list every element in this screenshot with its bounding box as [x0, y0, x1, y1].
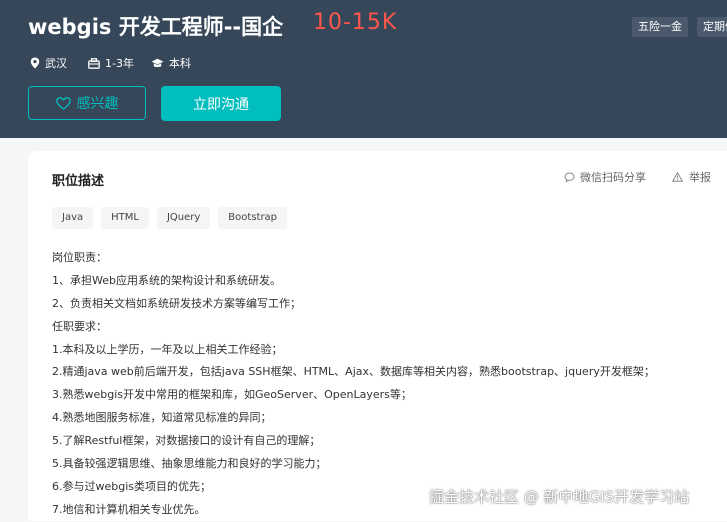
description-line: 任职要求： [52, 319, 107, 333]
description-line: 2、负责相关文档如系统研发技术方案等编写工作； [52, 296, 301, 310]
description-line: 4.熟悉地图服务标准，知道常见标准的异同； [52, 411, 272, 425]
report-label: 举报 [689, 171, 711, 184]
chat-bubble-icon [564, 171, 575, 183]
benefit-tag: 五险一金 [632, 17, 688, 37]
job-header: webgis 开发工程师--国企 10-15K 五险一金 定期体检 武汉 1-3… [0, 0, 727, 138]
skill-tags: Java HTML JQuery Bootstrap [52, 207, 295, 229]
job-description-card: 职位描述 微信扫码分享 举报 Java HTML JQuery Bootstra… [28, 151, 727, 521]
graduation-cap-icon [151, 58, 164, 67]
interest-button[interactable]: 感兴趣 [28, 86, 146, 120]
description-line: 岗位职责： [52, 251, 107, 264]
share-label: 微信扫码分享 [580, 171, 646, 184]
job-description: 岗位职责： 1、承担Web应用系统的架构设计和系统研发。 2、负责相关文档如系统… [52, 247, 712, 522]
watermark: 掘金技术社区 @ 新中地GIS开发学习站 [429, 488, 690, 506]
description-line: 2.精通java web前后端开发，包括java SSH框架、HTML、Ajax… [52, 365, 655, 379]
description-line: 3.熟悉webgis开发中常用的框架和库，如GeoServer、OpenLaye… [52, 388, 412, 402]
briefcase-icon [88, 57, 100, 69]
salary: 10-15K [313, 10, 398, 35]
job-title: webgis 开发工程师--国企 [28, 15, 284, 39]
report-button[interactable]: 举报 [672, 170, 711, 184]
wechat-share-button[interactable]: 微信扫码分享 [564, 170, 646, 184]
description-line: 1、承担Web应用系统的架构设计和系统研发。 [52, 273, 281, 287]
description-line: 5.具备较强逻辑思维、抽象思维能力和良好的学习能力； [52, 457, 327, 471]
interest-button-label: 感兴趣 [76, 96, 119, 112]
location-meta: 武汉 [30, 55, 67, 71]
education-text: 本科 [169, 57, 191, 70]
education-meta: 本科 [151, 55, 191, 71]
experience-meta: 1-3年 [88, 55, 134, 71]
chat-now-button[interactable]: 立即沟通 [161, 86, 281, 121]
heart-icon [55, 96, 71, 110]
location-text: 武汉 [45, 57, 67, 70]
location-pin-icon [30, 57, 40, 69]
warning-icon [672, 172, 683, 182]
skill-tag: Bootstrap [218, 207, 288, 229]
skill-tag: JQuery [156, 207, 211, 229]
section-title: 职位描述 [52, 174, 105, 189]
benefit-tag: 定期体检 [697, 17, 727, 37]
skill-tag: Java [52, 207, 94, 229]
description-line: 5.了解Restful框架，对数据接口的设计有自己的理解； [52, 434, 321, 448]
description-line: 1.本科及以上学历，一年及以上相关工作经验； [52, 342, 283, 356]
skill-tag: HTML [101, 207, 149, 229]
experience-text: 1-3年 [105, 57, 134, 70]
